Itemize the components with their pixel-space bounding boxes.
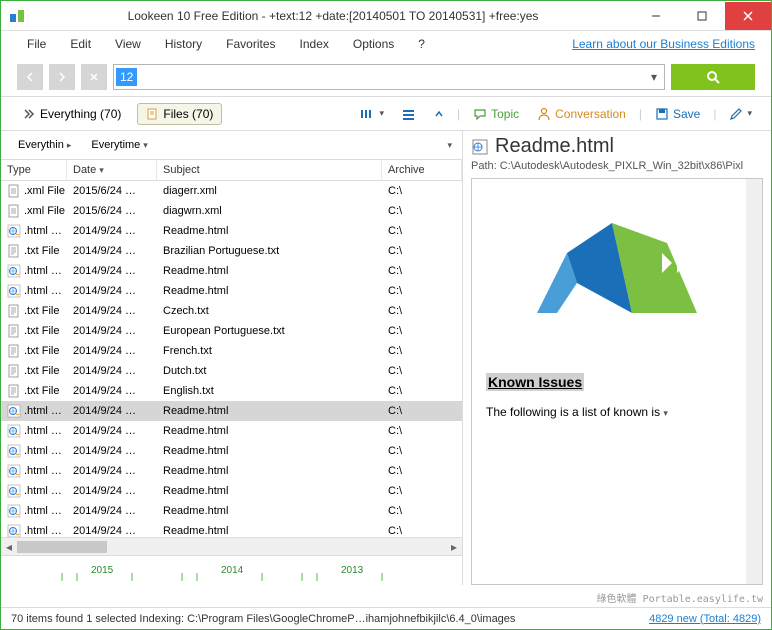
- conversation-label: Conversation: [555, 107, 626, 121]
- col-date[interactable]: Date ▾: [67, 160, 157, 180]
- scroll-left-icon[interactable]: ◂: [1, 539, 17, 555]
- tab-everything-label: Everything (70): [40, 107, 121, 121]
- menu-view[interactable]: View: [105, 34, 151, 54]
- table-row[interactable]: .txt File2014/9/24 …European Portuguese.…: [1, 321, 462, 341]
- tab-files-label: Files (70): [163, 107, 213, 121]
- preview-path: Path: C:\Autodesk\Autodesk_PIXLR_Win_32b…: [471, 160, 763, 172]
- filter-more-icon[interactable]: ▾: [447, 140, 452, 151]
- preview-vertical-scrollbar[interactable]: [746, 179, 762, 584]
- status-text: 70 items found 1 selected Indexing: C:\P…: [11, 613, 515, 625]
- save-label: Save: [673, 107, 700, 121]
- scroll-right-icon[interactable]: ▸: [446, 539, 462, 555]
- app-icon: [9, 8, 25, 24]
- close-button[interactable]: [725, 2, 771, 30]
- col-subject[interactable]: Subject: [157, 160, 382, 180]
- table-row[interactable]: .html …2014/9/24 …Readme.htmlC:\: [1, 441, 462, 461]
- table-row[interactable]: .txt File2014/9/24 …English.txtC:\: [1, 381, 462, 401]
- conversation-button[interactable]: Conversation: [532, 105, 631, 123]
- preview-body: The following is a list of known is ▾: [486, 405, 748, 419]
- col-type[interactable]: Type: [1, 160, 67, 180]
- files-icon: [146, 108, 158, 120]
- preview-heading: Known Issues: [486, 373, 584, 391]
- search-icon: [705, 69, 721, 85]
- horizontal-scrollbar[interactable]: ◂ ▸: [1, 537, 462, 555]
- topic-label: Topic: [491, 107, 519, 121]
- results-toolbar: Everything (70) Files (70) ▾ | Topic Con…: [1, 97, 771, 131]
- preview-logo: [486, 213, 748, 333]
- person-icon: [537, 107, 551, 121]
- filter-row: Everythin▸ Everytime▾ ▾: [1, 131, 462, 159]
- titlebar: Lookeen 10 Free Edition - +text:12 +date…: [1, 1, 771, 31]
- menu-options[interactable]: Options: [343, 34, 404, 54]
- topic-button[interactable]: Topic: [468, 105, 524, 123]
- maximize-button[interactable]: [679, 2, 725, 30]
- scroll-thumb[interactable]: [17, 541, 107, 553]
- timeline[interactable]: 2015 2014 2013: [1, 555, 462, 585]
- table-row[interactable]: .txt File2014/9/24 …French.txtC:\: [1, 341, 462, 361]
- table-row[interactable]: .txt File2014/9/24 …Dutch.txtC:\: [1, 361, 462, 381]
- everything-icon: [23, 108, 35, 120]
- collapse-button[interactable]: [429, 107, 449, 121]
- results-pane: Everythin▸ Everytime▾ ▾ Type Date ▾ Subj…: [1, 131, 463, 585]
- window-title: Lookeen 10 Free Edition - +text:12 +date…: [33, 9, 633, 23]
- table-row[interactable]: .txt File2014/9/24 …Brazilian Portuguese…: [1, 241, 462, 261]
- search-dropdown-icon[interactable]: ▾: [644, 70, 664, 84]
- menu-help[interactable]: ?: [408, 34, 435, 54]
- preview-pane: Readme.html Path: C:\Autodesk\Autodesk_P…: [463, 131, 771, 585]
- menu-file[interactable]: File: [17, 34, 56, 54]
- nav-clear-button[interactable]: [81, 64, 107, 90]
- col-archive[interactable]: Archive: [382, 160, 462, 180]
- table-row[interactable]: .html …2014/9/24 …Readme.htmlC:\: [1, 501, 462, 521]
- view-lines-button[interactable]: [397, 106, 421, 122]
- learn-link[interactable]: Learn about our Business Editions: [572, 37, 755, 51]
- preview-title: Readme.html: [495, 135, 614, 158]
- save-icon: [655, 107, 669, 121]
- view-list-button[interactable]: ▾: [356, 106, 389, 122]
- content-area: Everythin▸ Everytime▾ ▾ Type Date ▾ Subj…: [1, 131, 771, 585]
- menu-edit[interactable]: Edit: [60, 34, 101, 54]
- edit-button[interactable]: ▾: [724, 105, 757, 123]
- search-text: 12: [116, 68, 137, 86]
- search-input[interactable]: 12 ▾: [113, 64, 665, 90]
- status-new-link[interactable]: 4829 new (Total: 4829): [649, 613, 761, 625]
- search-button[interactable]: [671, 64, 755, 90]
- edit-icon: [729, 107, 743, 121]
- table-row[interactable]: .xml File2015/6/24 …diagwrn.xmlC:\: [1, 201, 462, 221]
- minimize-button[interactable]: [633, 2, 679, 30]
- table-header: Type Date ▾ Subject Archive: [1, 159, 462, 181]
- table-row[interactable]: .txt File2014/9/24 …Czech.txtC:\: [1, 301, 462, 321]
- topic-icon: [473, 108, 487, 120]
- table-row[interactable]: .xml File2015/6/24 …diagerr.xmlC:\: [1, 181, 462, 201]
- tab-everything[interactable]: Everything (70): [15, 104, 129, 124]
- table-row[interactable]: .html …2014/9/24 …Readme.htmlC:\: [1, 401, 462, 421]
- menu-index[interactable]: Index: [290, 34, 339, 54]
- table-row[interactable]: .html …2014/9/24 …Readme.htmlC:\: [1, 221, 462, 241]
- nav-forward-button[interactable]: [49, 64, 75, 90]
- search-toolbar: 12 ▾: [1, 57, 771, 97]
- table-row[interactable]: .html …2014/9/24 …Readme.htmlC:\: [1, 281, 462, 301]
- menu-history[interactable]: History: [155, 34, 212, 54]
- filter-time[interactable]: Everytime▾: [84, 136, 154, 154]
- statusbar: 70 items found 1 selected Indexing: C:\P…: [1, 607, 771, 629]
- menubar: File Edit View History Favorites Index O…: [1, 31, 771, 57]
- html-file-icon: [471, 138, 489, 156]
- table-body: .xml File2015/6/24 …diagerr.xmlC:\.xml F…: [1, 181, 462, 537]
- preview-content: Known Issues The following is a list of …: [471, 178, 763, 585]
- save-button[interactable]: Save: [650, 105, 705, 123]
- table-row[interactable]: .html …2014/9/24 …Readme.htmlC:\: [1, 421, 462, 441]
- menu-favorites[interactable]: Favorites: [216, 34, 285, 54]
- filter-scope[interactable]: Everythin▸: [11, 136, 78, 154]
- table-row[interactable]: .html …2014/9/24 …Readme.htmlC:\: [1, 461, 462, 481]
- nav-back-button[interactable]: [17, 64, 43, 90]
- tab-files[interactable]: Files (70): [137, 103, 222, 125]
- watermark: 綠色軟體 Portable.easylife.tw: [597, 590, 763, 605]
- table-row[interactable]: .html …2014/9/24 …Readme.htmlC:\: [1, 261, 462, 281]
- table-row[interactable]: .html …2014/9/24 …Readme.htmlC:\: [1, 481, 462, 501]
- table-row[interactable]: .html …2014/9/24 …Readme.htmlC:\: [1, 521, 462, 537]
